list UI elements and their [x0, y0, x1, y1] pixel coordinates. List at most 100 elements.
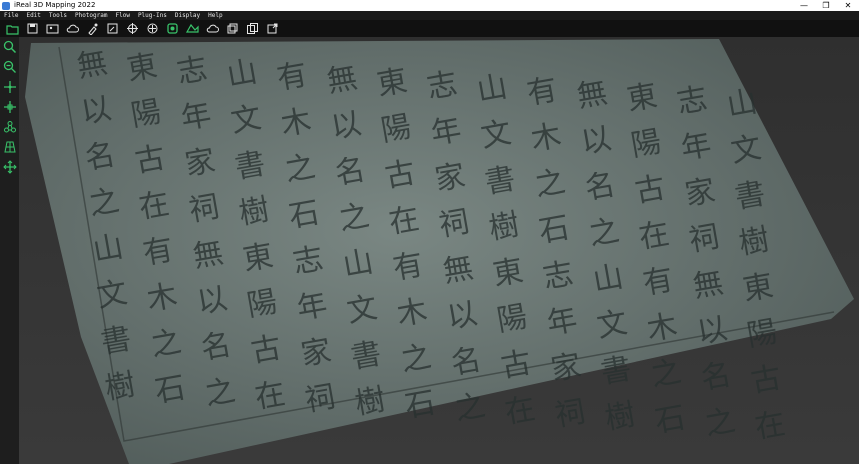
close-button[interactable]: ✕ [837, 0, 859, 11]
inscription-glyph: 文 [478, 115, 514, 155]
menu-photogram[interactable]: Photogram [71, 11, 112, 20]
cloud-button[interactable] [64, 21, 80, 36]
inscription-glyph: 以 [444, 296, 480, 336]
align-button[interactable] [164, 21, 180, 36]
maximize-button[interactable]: ❐ [815, 0, 837, 11]
mesh-button[interactable] [184, 21, 200, 36]
minimize-button[interactable]: — [793, 0, 815, 11]
inscription-glyph: 樹 [602, 397, 638, 437]
layers-button[interactable] [224, 21, 240, 36]
left-toolbar [0, 37, 19, 464]
nodes-button[interactable] [0, 117, 19, 137]
inscription-glyph: 以 [78, 91, 114, 131]
inscription-glyph: 木 [644, 308, 680, 348]
inscription-glyph: 之 [148, 324, 184, 364]
export-icon [267, 23, 277, 34]
menu-help[interactable]: Help [204, 11, 226, 20]
inscription-glyph: 以 [328, 106, 364, 146]
inscription-glyph: 古 [498, 345, 534, 385]
grid-button[interactable] [0, 137, 19, 157]
align-icon [166, 23, 178, 34]
inscription-glyph: 文 [344, 290, 380, 330]
inscription-glyph: 無 [324, 60, 360, 100]
inscription-glyph: 書 [732, 176, 768, 216]
open-folder-button[interactable] [4, 21, 20, 36]
inscription-glyph: 無 [574, 75, 610, 115]
inscription-glyph: 書 [98, 321, 134, 361]
mesh-icon [185, 23, 199, 33]
menu-flow[interactable]: Flow [111, 11, 133, 20]
menu-bar: File Edit Tools Photogram Flow Plug-Ins … [0, 11, 859, 20]
inscription-glyph: 在 [386, 201, 422, 241]
inscription-glyph: 志 [424, 66, 460, 106]
copy-button[interactable] [244, 21, 260, 36]
menu-file[interactable]: File [0, 11, 22, 20]
zoom-extent-icon [3, 60, 16, 73]
inscription-glyph: 以 [194, 281, 230, 321]
menu-display[interactable]: Display [171, 11, 204, 20]
inscription-glyph: 以 [694, 311, 730, 351]
edit-icon [107, 23, 117, 34]
target-button[interactable] [124, 21, 140, 36]
crosshair-button[interactable] [0, 77, 19, 97]
toolbar [0, 20, 859, 37]
import-photos-button[interactable] [44, 21, 60, 36]
app-icon [2, 1, 10, 10]
inscription-glyph: 名 [82, 137, 118, 177]
inscription-glyph: 之 [452, 388, 488, 428]
inscription-glyph: 有 [640, 262, 676, 302]
inscription-glyph: 木 [394, 293, 430, 333]
inscription-glyph: 木 [144, 278, 180, 318]
inscription-glyph: 家 [432, 158, 468, 198]
layers-icon [227, 23, 237, 34]
inscription-glyph: 之 [282, 149, 318, 189]
cloud-outline-button[interactable] [204, 21, 220, 36]
inscription-glyph: 之 [648, 354, 684, 394]
inscription-glyph: 陽 [744, 314, 780, 354]
inscription-glyph: 書 [598, 351, 634, 391]
move-point-button[interactable] [0, 97, 19, 117]
inscription-glyph: 陽 [378, 109, 414, 149]
inscription-glyph: 無 [190, 235, 226, 275]
grid-icon [3, 141, 16, 153]
stone-stele-model[interactable]: 無以名之山文書樹東陽古在有木之石志年家祠無以名之山文書樹東陽古在有木之石志年家祠… [19, 37, 859, 464]
window-title: iReal 3D Mapping 2022 [14, 1, 96, 9]
brush-button[interactable] [84, 21, 100, 36]
pan-button[interactable] [0, 157, 19, 177]
pan-icon [2, 160, 17, 174]
inscription-glyph: 古 [748, 360, 784, 400]
cloud-icon [66, 24, 79, 33]
inscription-glyph: 在 [636, 216, 672, 256]
inscription-glyph: 書 [232, 146, 268, 186]
inscription-glyph: 古 [382, 155, 418, 195]
inscription-glyph: 之 [398, 339, 434, 379]
inscription-glyph: 祠 [186, 189, 222, 229]
inscription-glyph: 陽 [128, 94, 164, 134]
zoom-button[interactable] [0, 37, 19, 57]
inscription-glyph: 祠 [686, 219, 722, 259]
inscription-glyph: 樹 [102, 367, 138, 407]
inscription-glyph: 石 [652, 400, 688, 440]
inscription-glyph: 石 [402, 385, 438, 425]
move-point-icon [3, 101, 16, 113]
inscription-glyph: 家 [682, 173, 718, 213]
inscription-glyph: 文 [728, 130, 764, 170]
export-button[interactable] [264, 21, 280, 36]
inscription-glyph: 祠 [436, 204, 472, 244]
inscription-glyph: 在 [502, 391, 538, 431]
edit-button[interactable] [104, 21, 120, 36]
save-button[interactable] [24, 21, 40, 36]
inscription-glyph: 有 [140, 232, 176, 272]
inscription-glyph: 之 [586, 213, 622, 253]
menu-edit[interactable]: Edit [22, 11, 44, 20]
menu-plugins[interactable]: Plug-Ins [134, 11, 171, 20]
inscription-glyph: 有 [390, 247, 426, 287]
zoom-extent-button[interactable] [0, 57, 19, 77]
menu-tools[interactable]: Tools [45, 11, 71, 20]
inscription-glyph: 之 [202, 373, 238, 413]
inscription-glyph: 陽 [494, 299, 530, 339]
3d-viewport[interactable]: 無以名之山文書樹東陽古在有木之石志年家祠無以名之山文書樹東陽古在有木之石志年家祠… [19, 37, 859, 464]
inscription-glyph: 古 [248, 330, 284, 370]
rotate-button[interactable] [144, 21, 160, 36]
inscription-glyph: 石 [286, 195, 322, 235]
